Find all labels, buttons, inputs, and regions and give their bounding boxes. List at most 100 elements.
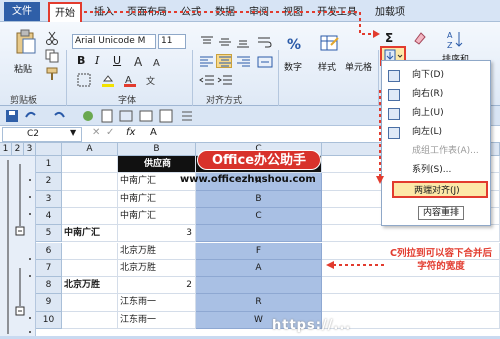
cell-c[interactable] <box>196 225 322 243</box>
align-middle-icon[interactable] <box>216 34 232 48</box>
cell-b[interactable]: 3 <box>118 225 196 243</box>
fill-menu: 向下(D) 向右(R) 向上(U) 向左(L) 成组工作表(A)... 系列(S… <box>381 60 491 226</box>
tab-file[interactable]: 文件 <box>4 2 40 21</box>
cell-a[interactable] <box>62 190 118 208</box>
row-header[interactable]: 5 <box>36 225 62 243</box>
cell-d[interactable] <box>322 225 500 243</box>
tab-review[interactable]: 审阅 <box>246 4 272 21</box>
menu-item-fill-down[interactable]: 向下(D) <box>382 67 490 84</box>
font-size-select[interactable]: 11 <box>158 34 186 49</box>
fill-color-icon[interactable] <box>100 72 114 87</box>
cell-b[interactable]: 江东雨一 <box>118 311 196 329</box>
cell-a[interactable]: 北京万胜 <box>62 277 118 295</box>
cut-icon[interactable] <box>44 30 58 45</box>
cell-b[interactable]: 中南广汇 <box>118 190 196 208</box>
row-header[interactable]: 9 <box>36 294 62 312</box>
row-header[interactable]: 6 <box>36 242 62 260</box>
cell-c[interactable]: A <box>196 259 322 278</box>
outline-level-1[interactable]: 1 <box>0 143 12 156</box>
font-color-icon[interactable]: A <box>122 72 136 87</box>
cell-a[interactable] <box>62 207 118 226</box>
align-right-icon[interactable] <box>234 54 250 68</box>
align-top-icon[interactable] <box>198 34 214 48</box>
menu-item-justify[interactable]: 两端对齐(J) <box>392 181 488 198</box>
borders-icon[interactable] <box>76 72 91 87</box>
cell-a[interactable] <box>62 259 118 278</box>
name-box-dropdown-icon[interactable]: ▼ <box>70 128 76 137</box>
autosum-button[interactable]: Σ <box>384 30 400 45</box>
menu-item-fill-left[interactable]: 向左(L) <box>382 124 490 141</box>
cell-b[interactable]: 中南广汇 <box>118 207 196 226</box>
column-header-b[interactable]: B <box>118 143 196 156</box>
tab-formulas[interactable]: 公式 <box>178 4 204 21</box>
row-header[interactable]: 2 <box>36 173 62 191</box>
font-shrink-icon[interactable]: A <box>150 53 164 69</box>
row-header[interactable]: 10 <box>36 311 62 329</box>
decrease-indent-icon[interactable] <box>198 72 214 86</box>
tab-view[interactable]: 视图 <box>280 4 306 21</box>
outline-level-3[interactable]: 3 <box>24 143 36 156</box>
copy-icon[interactable] <box>44 48 59 63</box>
italic-button[interactable]: I <box>94 53 106 67</box>
tab-data[interactable]: 数据 <box>212 4 238 21</box>
cell-b[interactable]: 2 <box>118 277 196 295</box>
cell-d[interactable] <box>322 294 500 312</box>
menu-item-across-worksheets[interactable]: 成组工作表(A)... <box>382 143 490 160</box>
styles-icon[interactable] <box>318 32 340 54</box>
cell-a[interactable] <box>62 156 118 174</box>
enter-icon[interactable]: ✓ <box>106 127 114 138</box>
menu-item-fill-right[interactable]: 向右(R) <box>382 86 490 103</box>
outline-level-2[interactable]: 2 <box>12 143 24 156</box>
phonetic-icon[interactable]: 文 <box>144 72 158 87</box>
tab-addins[interactable]: 加载项 <box>370 4 410 21</box>
svg-text:A: A <box>447 31 453 40</box>
menu-item-series[interactable]: 系列(S)... <box>382 162 490 179</box>
tab-insert[interactable]: 插入 <box>90 4 118 21</box>
cell-b[interactable]: 北京万胜 <box>118 242 196 260</box>
select-all-corner[interactable] <box>36 143 62 156</box>
merge-center-icon[interactable] <box>256 54 273 68</box>
row-header[interactable]: 4 <box>36 207 62 226</box>
cell-c[interactable]: R <box>196 294 322 312</box>
increase-indent-icon[interactable] <box>216 72 232 86</box>
row-header[interactable]: 1 <box>36 156 62 174</box>
cell-c[interactable]: F <box>196 242 322 260</box>
cell-a[interactable] <box>62 294 118 312</box>
cell-c[interactable] <box>196 277 322 295</box>
tab-home[interactable]: 开始 <box>48 2 82 22</box>
column-header-a[interactable]: A <box>62 143 118 156</box>
font-name-select[interactable]: Arial Unicode M <box>72 34 156 49</box>
cell-a[interactable] <box>62 311 118 329</box>
align-center-icon[interactable] <box>216 54 232 68</box>
format-painter-icon[interactable] <box>44 66 58 80</box>
sort-filter-icon[interactable]: AZ <box>444 28 474 50</box>
cell-c[interactable]: B <box>196 190 322 208</box>
cell-a[interactable] <box>62 173 118 191</box>
row-header[interactable]: 7 <box>36 259 62 278</box>
cell-a[interactable] <box>62 242 118 260</box>
bold-button[interactable]: B <box>76 53 88 67</box>
row-header[interactable]: 8 <box>36 277 62 295</box>
clear-icon[interactable] <box>412 30 426 45</box>
insert-function-button[interactable]: fx <box>126 127 135 138</box>
cancel-icon[interactable]: ✕ <box>92 127 100 138</box>
group-clipboard-label: 剪贴板 <box>10 96 38 106</box>
formula-input[interactable]: A <box>150 127 157 138</box>
cell-b[interactable]: 江东雨一 <box>118 294 196 312</box>
cell-c[interactable]: C <box>196 207 322 226</box>
row-header[interactable]: 3 <box>36 190 62 208</box>
underline-button[interactable]: U <box>112 53 124 67</box>
cell-a[interactable]: 中南广汇 <box>62 225 118 243</box>
tab-page-layout[interactable]: 页面布局 <box>124 4 170 21</box>
menu-item-fill-up[interactable]: 向上(U) <box>382 105 490 122</box>
tab-developer[interactable]: 开发工具 <box>314 4 360 21</box>
wrap-text-icon[interactable] <box>256 34 272 48</box>
align-left-icon[interactable] <box>198 54 214 68</box>
cell-b[interactable]: 供应商 <box>118 156 196 174</box>
ribbon-tab-bar: 文件 开始 插入 页面布局 公式 数据 审阅 视图 开发工具 加载项 <box>0 0 500 22</box>
align-bottom-icon[interactable] <box>234 34 250 48</box>
font-grow-icon[interactable]: A <box>132 53 146 69</box>
number-format-icon[interactable]: % <box>286 32 308 54</box>
cell-b[interactable]: 北京万胜 <box>118 259 196 278</box>
cell-d[interactable] <box>322 277 500 295</box>
